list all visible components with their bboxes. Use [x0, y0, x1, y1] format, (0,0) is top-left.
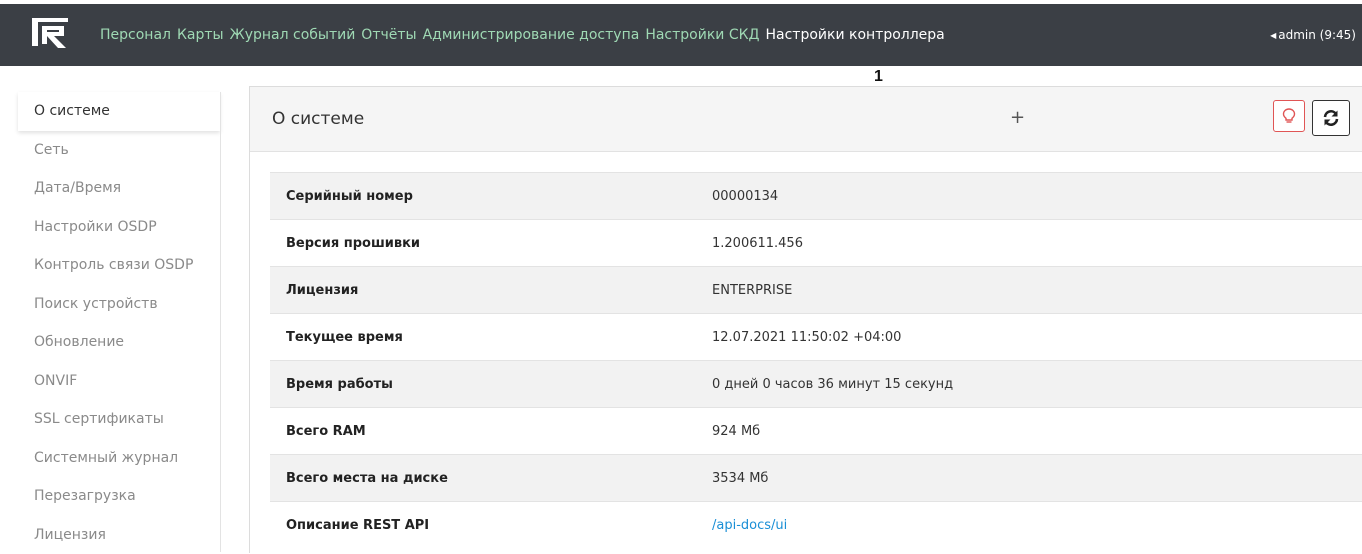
row-value: ENTERPRISE — [696, 267, 1362, 314]
caret-left-icon: ◀ — [1270, 31, 1276, 40]
sidebar-item-about[interactable]: О системе — [18, 92, 220, 131]
sidebar-item-osdp-link-control[interactable]: Контроль связи OSDP — [18, 246, 220, 285]
table-row: Версия прошивки 1.200611.456 — [270, 220, 1362, 267]
row-value: 00000134 — [696, 173, 1362, 220]
brand-logo-icon[interactable] — [28, 16, 72, 50]
table-row: Серийный номер 00000134 — [270, 173, 1362, 220]
refresh-icon — [1322, 109, 1340, 127]
row-key: Серийный номер — [270, 173, 696, 220]
nav-item-personnel[interactable]: Персонал — [100, 27, 171, 43]
sidebar-item-osdp-settings[interactable]: Настройки OSDP — [18, 208, 220, 247]
row-value: 1.200611.456 — [696, 220, 1362, 267]
sidebar-item-ssl-certificates[interactable]: SSL сертификаты — [18, 400, 220, 439]
sidebar-divider — [220, 92, 221, 552]
nav-item-acs-settings[interactable]: Настройки СКД — [645, 27, 759, 43]
row-key: Всего RAM — [270, 408, 696, 455]
nav-item-controller-settings[interactable]: Настройки контроллера — [765, 27, 944, 43]
sidebar: О системе Сеть Дата/Время Настройки OSDP… — [18, 92, 220, 554]
sidebar-item-device-search[interactable]: Поиск устройств — [18, 285, 220, 324]
sidebar-item-system-log[interactable]: Системный журнал — [18, 439, 220, 478]
row-key: Лицензия — [270, 267, 696, 314]
table-row: Всего RAM 924 Мб — [270, 408, 1362, 455]
row-value: /api-docs/ui — [696, 502, 1362, 549]
system-info-table: Серийный номер 00000134 Версия прошивки … — [270, 172, 1362, 548]
table-row: Текущее время 12.07.2021 11:50:02 +04:00 — [270, 314, 1362, 361]
main-nav: Персонал Карты Журнал событий Отчёты Адм… — [100, 4, 951, 66]
top-navbar: Персонал Карты Журнал событий Отчёты Адм… — [0, 4, 1362, 66]
table-row: Всего места на диске 3534 Мб — [270, 455, 1362, 502]
rest-api-docs-link[interactable]: /api-docs/ui — [712, 518, 787, 533]
row-key: Всего места на диске — [270, 455, 696, 502]
annotation-marker: 1 — [874, 68, 883, 86]
table-row: Лицензия ENTERPRISE — [270, 267, 1362, 314]
table-row: Время работы 0 дней 0 часов 36 минут 15 … — [270, 361, 1362, 408]
sidebar-item-datetime[interactable]: Дата/Время — [18, 169, 220, 208]
refresh-button[interactable] — [1312, 100, 1350, 136]
sidebar-item-license[interactable]: Лицензия — [18, 516, 220, 554]
row-value: 924 Мб — [696, 408, 1362, 455]
row-value: 12.07.2021 11:50:02 +04:00 — [696, 314, 1362, 361]
panel-header: О системе + — [250, 87, 1362, 152]
plus-icon[interactable]: + — [1010, 107, 1025, 128]
sidebar-item-reboot[interactable]: Перезагрузка — [18, 477, 220, 516]
row-value: 3534 Мб — [696, 455, 1362, 502]
sidebar-item-update[interactable]: Обновление — [18, 323, 220, 362]
user-menu[interactable]: ◀ admin (9:45) — [1270, 4, 1356, 66]
row-key: Текущее время — [270, 314, 696, 361]
row-key: Время работы — [270, 361, 696, 408]
nav-item-access-admin[interactable]: Администрирование доступа — [423, 27, 640, 43]
sidebar-item-network[interactable]: Сеть — [18, 131, 220, 170]
hint-button[interactable] — [1273, 100, 1305, 132]
row-key: Описание REST API — [270, 502, 696, 549]
nav-item-reports[interactable]: Отчёты — [361, 27, 416, 43]
row-value: 0 дней 0 часов 36 минут 15 секунд — [696, 361, 1362, 408]
panel-title: О системе — [272, 87, 364, 151]
table-row: Описание REST API /api-docs/ui — [270, 502, 1362, 549]
nav-item-cards[interactable]: Карты — [177, 27, 224, 43]
nav-item-event-log[interactable]: Журнал событий — [230, 27, 356, 43]
about-panel: О системе + Серийный номер 00000134 Верс… — [249, 86, 1362, 553]
lightbulb-icon — [1282, 108, 1296, 124]
user-name: admin (9:45) — [1278, 28, 1356, 42]
row-key: Версия прошивки — [270, 220, 696, 267]
sidebar-item-onvif[interactable]: ONVIF — [18, 362, 220, 401]
